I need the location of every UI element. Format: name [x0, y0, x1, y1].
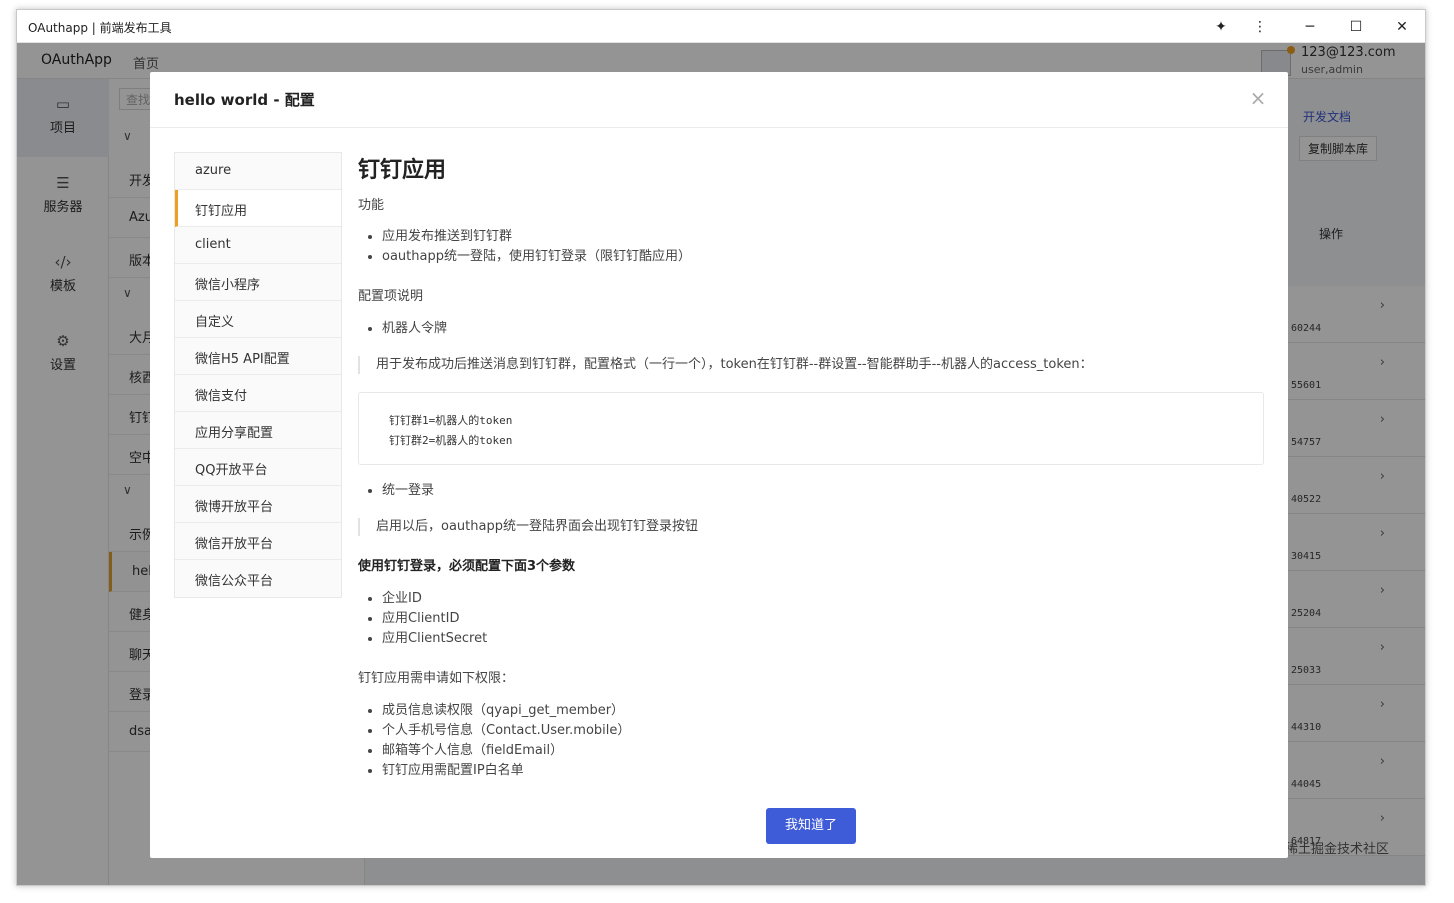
config-modal: hello world - 配置 × azure 钉钉应用 client 微信小…: [150, 72, 1288, 858]
code-line: 钉钉群1=机器人的token: [389, 414, 513, 427]
acknowledge-button[interactable]: 我知道了: [766, 808, 856, 844]
list-item: 企业ID: [382, 589, 487, 609]
modal-title: hello world - 配置: [174, 91, 315, 109]
config-item-list: 机器人令牌: [382, 319, 447, 339]
token-description: 用于发布成功后推送消息到钉钉群，配置格式（一行一个），token在钉钉群--群设…: [358, 356, 1258, 374]
menu-item-azure[interactable]: azure: [175, 153, 341, 190]
title-bar: OAuthapp | 前端发布工具 ✦ ⋮ ─ ☐ ✕: [17, 10, 1425, 43]
content-heading: 钉钉应用: [358, 158, 447, 183]
close-icon[interactable]: ×: [1246, 86, 1270, 110]
menu-item-wechat-miniprogram[interactable]: 微信小程序: [175, 264, 341, 301]
features-list: 应用发布推送到钉钉群 oauthapp统一登陆，使用钉钉登录（限钉钉酷应用）: [382, 227, 691, 267]
menu-item-share-config[interactable]: 应用分享配置: [175, 412, 341, 449]
config-menu: azure 钉钉应用 client 微信小程序 自定义 微信H5 API配置 微…: [174, 152, 342, 598]
list-item: 个人手机号信息（Contact.User.mobile）: [382, 721, 630, 741]
permissions-label: 钉钉应用需申请如下权限：: [358, 671, 515, 686]
modal-header: hello world - 配置 ×: [150, 72, 1288, 128]
login-item-list: 统一登录: [382, 481, 434, 501]
list-item: 应用ClientID: [382, 609, 487, 629]
list-item: 统一登录: [382, 481, 434, 501]
menu-item-client[interactable]: client: [175, 227, 341, 264]
extension-icon[interactable]: ✦: [1211, 17, 1231, 37]
config-label: 配置项说明: [358, 289, 424, 304]
permissions-list: 成员信息读权限（qyapi_get_member） 个人手机号信息（Contac…: [382, 701, 630, 781]
menu-item-wechat-open[interactable]: 微信开放平台: [175, 523, 341, 560]
features-label: 功能: [358, 198, 385, 213]
config-content: 钉钉应用 功能 应用发布推送到钉钉群 oauthapp统一登陆，使用钉钉登录（限…: [358, 152, 1268, 792]
list-item: 应用ClientSecret: [382, 629, 487, 649]
menu-item-wechat-h5[interactable]: 微信H5 API配置: [175, 338, 341, 375]
activation-watermark: 激活: [1381, 813, 1417, 834]
maximize-icon[interactable]: ☐: [1346, 17, 1366, 37]
login-description: 启用以后，oauthapp统一登陆界面会出现钉钉登录按钮: [358, 518, 1258, 536]
menu-item-dingtalk[interactable]: 钉钉应用: [175, 190, 341, 227]
list-item: 机器人令牌: [382, 319, 447, 339]
app-window: OAuthapp | 前端发布工具 ✦ ⋮ ─ ☐ ✕ OAuthApp 首页 …: [16, 9, 1426, 886]
minimize-icon[interactable]: ─: [1300, 17, 1320, 37]
required-params-list: 企业ID 应用ClientID 应用ClientSecret: [382, 589, 487, 649]
required-label: 使用钉钉登录，必须配置下面3个参数: [358, 559, 576, 574]
window-title: OAuthapp | 前端发布工具: [28, 21, 172, 35]
list-item: 钉钉应用需配置IP白名单: [382, 761, 630, 781]
menu-item-custom[interactable]: 自定义: [175, 301, 341, 338]
list-item: 邮箱等个人信息（fieldEmail）: [382, 741, 630, 761]
more-menu-icon[interactable]: ⋮: [1250, 17, 1270, 37]
list-item: oauthapp统一登陆，使用钉钉登录（限钉钉酷应用）: [382, 247, 691, 267]
code-block: 钉钉群1=机器人的token 钉钉群2=机器人的token: [358, 392, 1264, 465]
menu-item-weibo[interactable]: 微博开放平台: [175, 486, 341, 523]
code-line: 钉钉群2=机器人的token: [389, 434, 513, 447]
menu-item-wechat-pay[interactable]: 微信支付: [175, 375, 341, 412]
close-window-icon[interactable]: ✕: [1392, 17, 1412, 37]
menu-item-wechat-mp[interactable]: 微信公众平台: [175, 560, 341, 597]
list-item: 应用发布推送到钉钉群: [382, 227, 691, 247]
menu-item-qq[interactable]: QQ开放平台: [175, 449, 341, 486]
list-item: 成员信息读权限（qyapi_get_member）: [382, 701, 630, 721]
